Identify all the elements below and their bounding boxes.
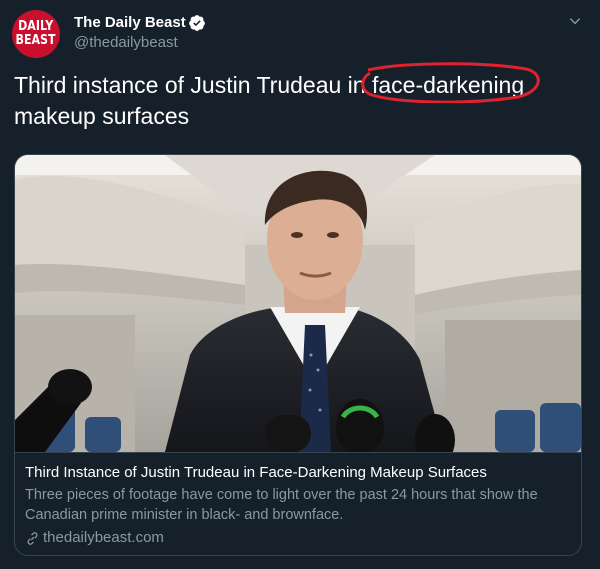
tweet-text: Third instance of Justin Trudeau in face…	[14, 62, 584, 132]
link-card[interactable]: Third Instance of Justin Trudeau in Face…	[14, 154, 582, 556]
card-image	[15, 155, 581, 452]
tweet-text-part: Third instance of Justin Trudeau in	[14, 72, 372, 98]
avatar-logo-line-1: DAILY	[18, 19, 54, 34]
avatar[interactable]: DAILY BEAST	[12, 10, 60, 58]
highlighted-phrase: face-darkening	[361, 62, 540, 103]
verified-badge-icon	[189, 15, 205, 31]
tweet-text-part: makeup surfaces	[14, 103, 190, 129]
card-title[interactable]: Third Instance of Justin Trudeau in Face…	[25, 463, 571, 483]
chevron-down-icon[interactable]	[568, 14, 582, 28]
highlighted-phrase-text: face-darkening	[371, 72, 525, 98]
avatar-logo-line-2: BEAST	[15, 33, 57, 48]
card-description: Three pieces of footage have come to lig…	[25, 487, 538, 523]
link-icon	[27, 531, 38, 545]
author-handle[interactable]: @thedailybeast	[74, 34, 178, 51]
card-domain[interactable]: thedailybeast.com	[25, 528, 571, 548]
card-body: Third Instance of Justin Trudeau in Face…	[15, 452, 581, 555]
tweet: DAILY BEAST The Daily Beast @thedailybea…	[0, 0, 600, 569]
author-name[interactable]: The Daily Beast	[74, 14, 186, 31]
card-domain-text: thedailybeast.com	[43, 529, 164, 546]
